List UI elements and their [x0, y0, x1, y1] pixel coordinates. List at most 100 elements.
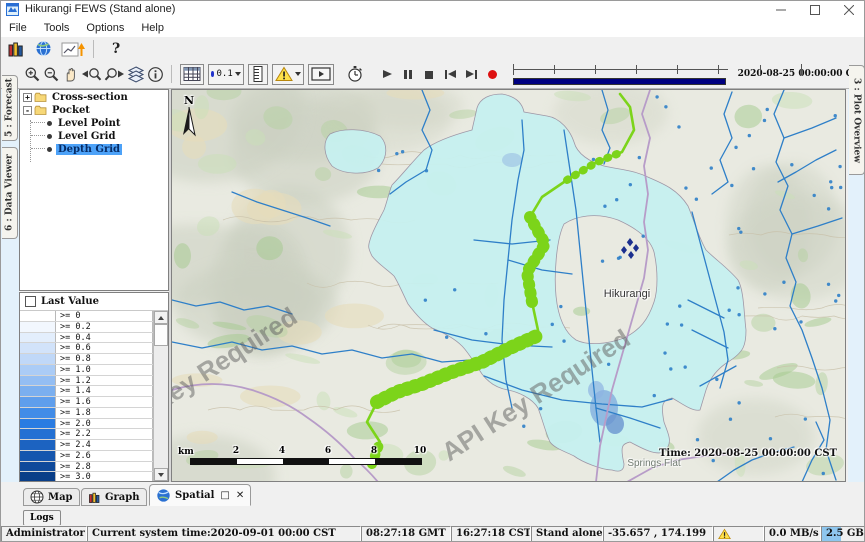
status-cell-0: Administrator: [1, 526, 87, 542]
scale-tick-label: 10: [414, 446, 427, 456]
scale-segment: [375, 459, 421, 464]
north-arrow: N: [180, 94, 198, 142]
chart-display-icon[interactable]: [60, 39, 86, 59]
pause-button[interactable]: [400, 67, 411, 82]
pan-hand-icon[interactable]: [62, 64, 79, 84]
layers-icon[interactable]: [127, 64, 145, 84]
close-button[interactable]: [832, 1, 865, 19]
menu-item-options[interactable]: Options: [84, 21, 133, 36]
legend-row-label: >= 3.0: [56, 472, 153, 481]
tree-item-cross-section[interactable]: +Cross-section: [23, 91, 168, 103]
legend-row-label: >= 2.2: [56, 429, 153, 439]
legend-row-label: >= 0.4: [56, 333, 153, 343]
tree-item-pocket[interactable]: -Pocket: [23, 104, 168, 116]
tab-data-viewer[interactable]: 6 : Data Viewer: [2, 147, 18, 239]
scroll-thumb[interactable]: [154, 324, 168, 346]
layer-tree-panel: +Cross-section-PocketLevel PointLevel Gr…: [19, 89, 169, 291]
timeline-tick: [595, 65, 596, 74]
tree-connector: [31, 135, 45, 137]
scale-tick-label: 6: [325, 446, 331, 456]
timer-icon[interactable]: [346, 64, 364, 84]
tree-item-label: Depth Grid: [56, 144, 122, 155]
timeline-tick: [718, 65, 719, 74]
legend-row: >= 0: [20, 311, 153, 322]
scroll-down-icon[interactable]: [154, 468, 168, 481]
tab-restore-icon[interactable]: □: [220, 490, 229, 501]
last-value-checkbox[interactable]: [25, 296, 36, 307]
class-break-dropdown[interactable]: 0.1: [208, 64, 244, 85]
timeline-tick: [554, 65, 555, 74]
tree-expander-icon[interactable]: -: [23, 106, 32, 115]
timeline-slider[interactable]: [511, 61, 730, 87]
scroll-up-icon[interactable]: [154, 311, 168, 324]
legend-row-label: >= 1.0: [56, 365, 153, 375]
status-cell-3: 16:27:18 CST: [451, 526, 531, 542]
bottom-tab-bar: Map Graph Spatial □ ✕ Logs: [1, 482, 865, 525]
logs-button[interactable]: Logs: [23, 510, 61, 526]
go-last-button[interactable]: [463, 67, 474, 82]
map-time-overlay: Time: 2020-08-25 00:00:00 CST: [659, 448, 837, 459]
stop-button[interactable]: [421, 67, 432, 82]
legend-row-label: >= 2.0: [56, 419, 153, 429]
tab-forecast[interactable]: 5 : Forecast: [2, 75, 18, 141]
bullet-icon: [47, 134, 52, 139]
record-button[interactable]: [485, 67, 496, 82]
info-icon[interactable]: [147, 64, 164, 84]
town-label: Hikurangi: [604, 288, 650, 300]
tab-close-icon[interactable]: ✕: [236, 490, 244, 501]
maximize-button[interactable]: [798, 1, 832, 19]
tab-spatial-label: Spatial: [175, 490, 214, 501]
legend-row-label: >= 0.6: [56, 343, 153, 353]
tab-map[interactable]: Map: [23, 488, 80, 506]
tab-graph[interactable]: Graph: [81, 488, 147, 506]
animation-movie-button[interactable]: [308, 64, 334, 85]
toolbar-map: 0.1 2020-08-25 00:00:00 CST: [1, 60, 865, 89]
grid-display-button[interactable]: [180, 64, 204, 85]
play-button[interactable]: [379, 67, 390, 82]
status-cell-8: 2.5 GB: [821, 526, 865, 542]
legend-color-swatch: [20, 419, 56, 429]
minimize-button[interactable]: [764, 1, 798, 19]
tree-expander-icon[interactable]: +: [23, 93, 32, 102]
legend-color-swatch: [20, 311, 56, 321]
menu-item-file[interactable]: File: [7, 21, 36, 36]
legend-row-label: >= 0: [56, 311, 153, 321]
scale-segment: [237, 459, 283, 464]
zoom-out-icon[interactable]: [43, 64, 60, 84]
warning-threshold-dropdown[interactable]: [272, 64, 304, 85]
legend-color-swatch: [20, 365, 56, 375]
scale-tick-label: 8: [371, 446, 377, 456]
zoom-in-icon[interactable]: [24, 64, 41, 84]
status-cell-5: -35.657 , 174.199: [603, 526, 713, 542]
database-icon[interactable]: [6, 39, 26, 59]
scale-segment: [283, 459, 329, 464]
menu-bar: File Tools Options Help: [1, 19, 865, 37]
tab-map-label: Map: [48, 492, 73, 503]
bullet-icon: [47, 147, 52, 152]
zoom-previous-icon[interactable]: [81, 64, 102, 84]
legend-color-swatch: [20, 376, 56, 386]
tree-item-depth-grid[interactable]: Depth Grid: [23, 143, 168, 155]
legend-row-label: >= 1.6: [56, 397, 153, 407]
help-button[interactable]: ?: [112, 41, 120, 57]
bullet-icon: [47, 121, 52, 126]
legend-scrollbar[interactable]: [153, 311, 168, 481]
tree-connector: [31, 122, 45, 124]
app-icon: [6, 3, 19, 16]
tab-plot-overview[interactable]: 3 : Plot Overview: [849, 65, 865, 175]
timeline-track: [513, 69, 728, 70]
tree-item-level-grid[interactable]: Level Grid: [23, 130, 168, 142]
tab-graph-label: Graph: [105, 492, 140, 503]
tree-item-level-point[interactable]: Level Point: [23, 117, 168, 129]
menu-item-tools[interactable]: Tools: [42, 21, 79, 36]
map-canvas[interactable]: API Key Required API Key Required N km 2…: [171, 89, 846, 482]
go-first-button[interactable]: [442, 67, 453, 82]
scale-ruler-button[interactable]: [248, 64, 268, 85]
bar-chart-icon: [88, 491, 101, 504]
globe-icon[interactable]: [33, 39, 53, 59]
legend-row: >= 2.2: [20, 429, 153, 440]
legend-row: >= 0.2: [20, 322, 153, 333]
menu-item-help[interactable]: Help: [139, 21, 173, 36]
zoom-next-icon[interactable]: [104, 64, 125, 84]
tab-spatial[interactable]: Spatial □ ✕: [149, 484, 251, 506]
